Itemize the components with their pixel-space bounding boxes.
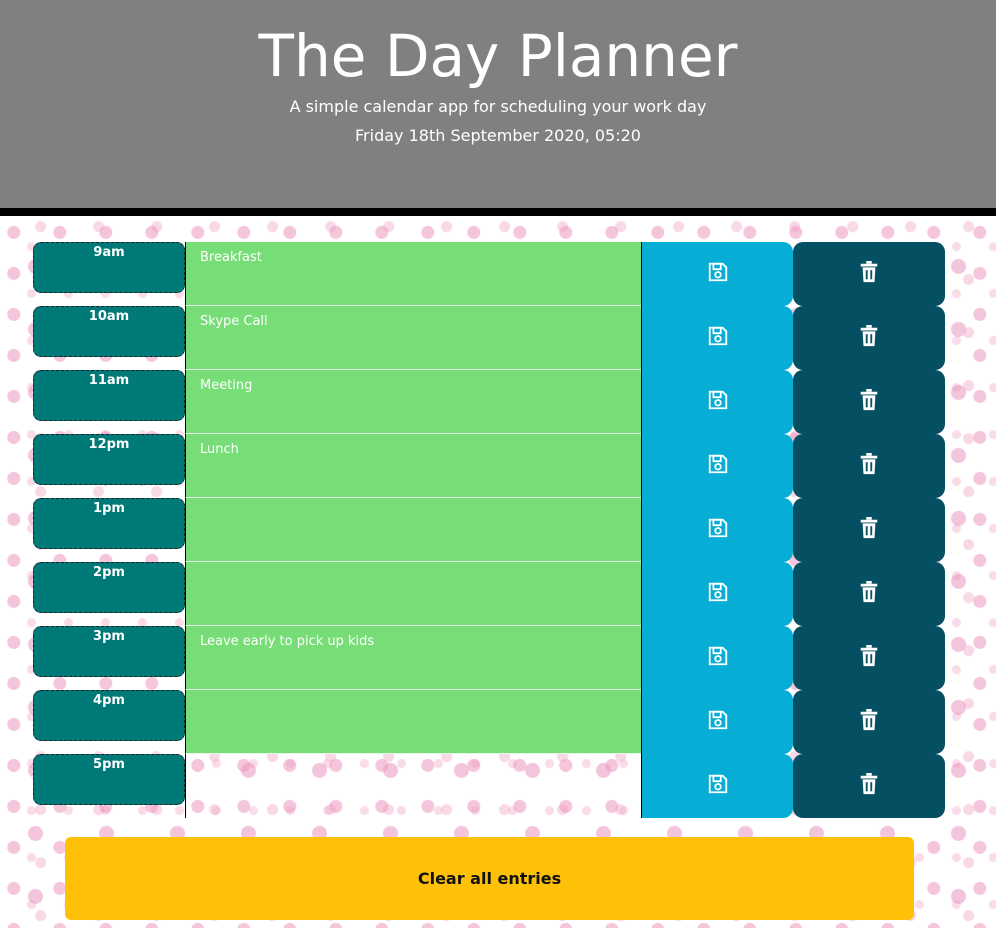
entry-textarea[interactable] xyxy=(185,562,641,626)
floppy-disk-icon xyxy=(707,773,729,799)
save-button[interactable] xyxy=(641,434,793,498)
hour-label: 11am xyxy=(33,370,185,421)
delete-button[interactable] xyxy=(793,690,945,754)
current-date: Friday 18th September 2020, 05:20 xyxy=(355,126,641,145)
entry-textarea[interactable] xyxy=(185,690,641,754)
delete-button[interactable] xyxy=(793,754,945,818)
save-button[interactable] xyxy=(641,306,793,370)
time-block-row: 3pm Leave early to pick up kids xyxy=(33,626,945,690)
floppy-disk-icon xyxy=(707,581,729,607)
hour-label: 3pm xyxy=(33,626,185,677)
entry-textarea[interactable]: Breakfast xyxy=(185,242,641,306)
delete-button[interactable] xyxy=(793,306,945,370)
hour-label: 5pm xyxy=(33,754,185,805)
delete-button[interactable] xyxy=(793,498,945,562)
entry-textarea[interactable]: Lunch xyxy=(185,434,641,498)
save-button[interactable] xyxy=(641,690,793,754)
clear-all-button[interactable]: Clear all entries xyxy=(65,837,914,920)
delete-button[interactable] xyxy=(793,242,945,306)
trash-icon xyxy=(859,773,879,799)
hour-label: 10am xyxy=(33,306,185,357)
hour-label: 9am xyxy=(33,242,185,293)
time-block-row: 10am Skype Call xyxy=(33,306,945,370)
delete-button[interactable] xyxy=(793,434,945,498)
floppy-disk-icon xyxy=(707,261,729,287)
time-block-row: 12pm Lunch xyxy=(33,434,945,498)
floppy-disk-icon xyxy=(707,709,729,735)
hour-label: 12pm xyxy=(33,434,185,485)
trash-icon xyxy=(859,709,879,735)
trash-icon xyxy=(859,581,879,607)
entry-textarea[interactable] xyxy=(185,754,641,818)
save-button[interactable] xyxy=(641,242,793,306)
floppy-disk-icon xyxy=(707,453,729,479)
time-block-row: 4pm xyxy=(33,690,945,754)
trash-icon xyxy=(859,261,879,287)
hour-label: 2pm xyxy=(33,562,185,613)
hour-label: 4pm xyxy=(33,690,185,741)
time-block-row: 5pm xyxy=(33,754,945,818)
time-block-row: 9am Breakfast xyxy=(33,242,945,306)
entry-textarea[interactable]: Skype Call xyxy=(185,306,641,370)
trash-icon xyxy=(859,453,879,479)
trash-icon xyxy=(859,517,879,543)
trash-icon xyxy=(859,645,879,671)
page-subtitle: A simple calendar app for scheduling you… xyxy=(289,97,707,116)
save-button[interactable] xyxy=(641,626,793,690)
time-block-row: 2pm xyxy=(33,562,945,626)
time-block-row: 1pm xyxy=(33,498,945,562)
page-title: The Day Planner xyxy=(258,22,738,90)
trash-icon xyxy=(859,389,879,415)
delete-button[interactable] xyxy=(793,562,945,626)
floppy-disk-icon xyxy=(707,645,729,671)
floppy-disk-icon xyxy=(707,325,729,351)
entry-textarea[interactable]: Meeting xyxy=(185,370,641,434)
save-button[interactable] xyxy=(641,370,793,434)
delete-button[interactable] xyxy=(793,370,945,434)
time-block-row: 11am Meeting xyxy=(33,370,945,434)
delete-button[interactable] xyxy=(793,626,945,690)
save-button[interactable] xyxy=(641,754,793,818)
entry-textarea[interactable] xyxy=(185,498,641,562)
hour-label: 1pm xyxy=(33,498,185,549)
save-button[interactable] xyxy=(641,562,793,626)
page-header: The Day Planner A simple calendar app fo… xyxy=(0,0,996,208)
floppy-disk-icon xyxy=(707,517,729,543)
header-divider xyxy=(0,208,996,216)
entry-textarea[interactable]: Leave early to pick up kids xyxy=(185,626,641,690)
floppy-disk-icon xyxy=(707,389,729,415)
trash-icon xyxy=(859,325,879,351)
save-button[interactable] xyxy=(641,498,793,562)
